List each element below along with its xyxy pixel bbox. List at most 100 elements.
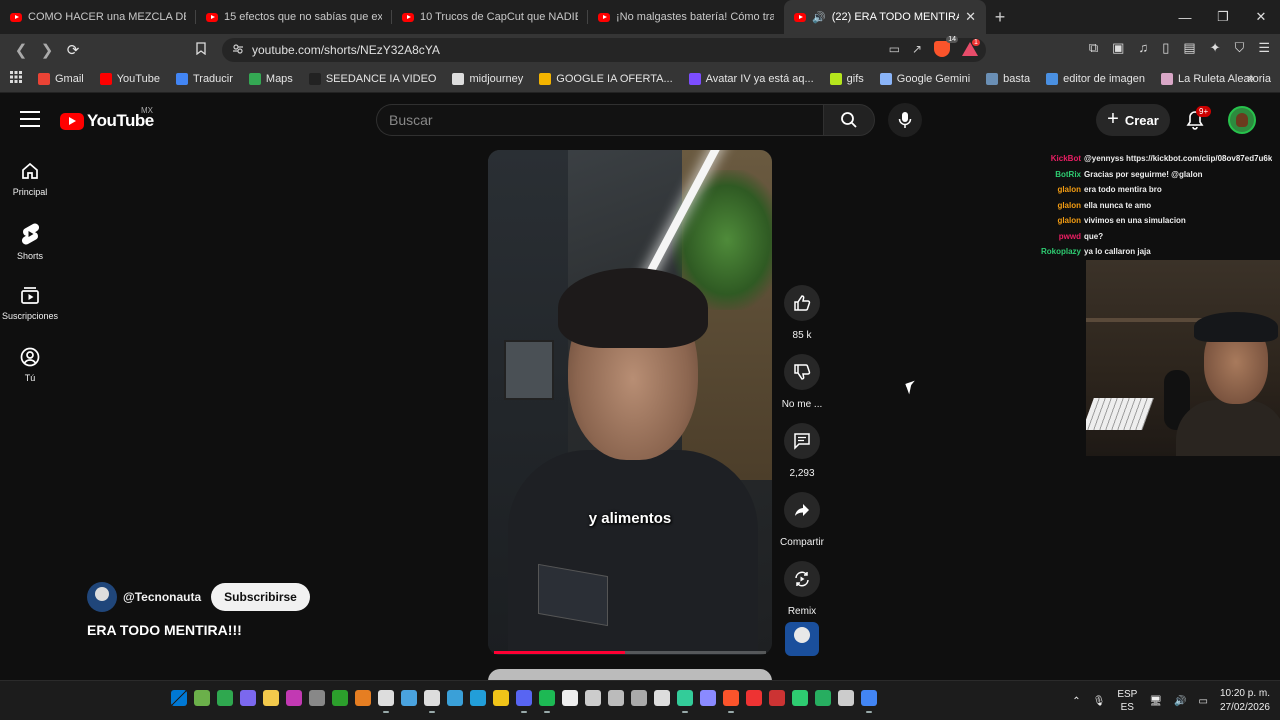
bookmark-item[interactable]: gifs <box>822 73 872 85</box>
short-video-player[interactable]: y alimentos <box>488 150 772 655</box>
taskbar-app-icon[interactable] <box>194 690 210 706</box>
music-icon[interactable]: ♫ <box>1138 40 1148 56</box>
channel-avatar[interactable] <box>87 582 117 612</box>
share-button[interactable]: Compartir <box>776 492 828 548</box>
windows-start-icon[interactable] <box>171 690 187 706</box>
taskbar-app-icon[interactable] <box>677 690 693 713</box>
channel-sound-thumbnail[interactable] <box>785 622 819 656</box>
network-icon[interactable]: 🖥 <box>1149 696 1162 707</box>
subscribe-button[interactable]: Subscribirse <box>211 583 310 611</box>
taskbar-app-icon[interactable] <box>746 690 762 706</box>
close-window-icon[interactable]: ✕ <box>1242 0 1280 34</box>
taskbar-app-icon[interactable] <box>815 690 831 706</box>
menu-icon[interactable]: ☰ <box>1258 40 1270 56</box>
forward-icon[interactable]: ❯ <box>34 37 60 63</box>
taskbar-app-icon[interactable] <box>332 690 348 706</box>
bookmark-item[interactable]: editor de imagen <box>1038 73 1153 85</box>
taskbar-app-icon[interactable] <box>700 690 716 706</box>
browser-tab-active[interactable]: 🔊 (22) ERA TODO MENTIRA!!! - ✕ <box>784 0 986 34</box>
account-avatar[interactable] <box>1228 106 1256 134</box>
taskbar-app-icon[interactable] <box>608 690 624 706</box>
tray-mic-icon[interactable]: 🎙 <box>1093 696 1106 707</box>
taskbar-app-icon[interactable] <box>447 690 463 706</box>
taskbar-app-icon[interactable] <box>723 690 739 713</box>
like-button[interactable]: 85 k <box>776 285 828 341</box>
taskbar-app-icon[interactable] <box>217 690 233 706</box>
dislike-button[interactable]: No me ... <box>776 354 828 410</box>
url-bar[interactable]: youtube.com/shorts/NEzY32A8cYA ▭ ↗ 14 1 <box>222 36 986 62</box>
taskbar-app-icon[interactable] <box>424 690 440 713</box>
minimize-icon[interactable]: — <box>1166 0 1204 34</box>
apps-grid-icon[interactable] <box>8 70 30 88</box>
create-button[interactable]: + Crear <box>1096 104 1170 136</box>
taskbar-app-icon[interactable] <box>401 690 417 706</box>
taskbar-app-icon[interactable] <box>654 690 670 706</box>
volume-icon[interactable]: 🔊 <box>1174 696 1186 707</box>
taskbar-app-icon[interactable] <box>861 690 877 713</box>
taskbar-app-icon[interactable] <box>378 690 394 713</box>
back-icon[interactable]: ❮ <box>8 37 34 63</box>
taskbar-app-icon[interactable] <box>838 690 854 706</box>
search-button[interactable] <box>823 104 875 136</box>
browser-tab[interactable]: 15 efectos que no sabías que existían <box>196 0 392 34</box>
brave-rewards-icon[interactable]: 1 <box>962 39 980 56</box>
site-info-icon[interactable] <box>232 43 244 58</box>
taskbar-app-icon[interactable] <box>539 690 555 713</box>
bookmark-item[interactable]: Google Gemini <box>872 73 978 85</box>
browser-tab[interactable]: 10 Trucos de CapCut que NADIE te C <box>392 0 588 34</box>
sidenav-item-principal[interactable]: Principal <box>0 153 60 215</box>
taskbar-app-icon[interactable] <box>631 690 647 706</box>
taskbar-app-icon[interactable] <box>769 690 785 706</box>
voice-search-button[interactable] <box>888 103 922 137</box>
taskbar-app-icon[interactable] <box>516 690 532 713</box>
taskbar-app-icon[interactable] <box>355 690 371 706</box>
bookmark-item[interactable]: La Ruleta Aleatoria <box>1153 73 1279 85</box>
clock[interactable]: 10:20 p. m. 27/02/2026 <box>1220 687 1270 715</box>
bookmark-item[interactable]: Traducir <box>168 73 241 85</box>
sidenav-item-shorts[interactable]: Shorts <box>0 215 60 277</box>
tray-overflow-icon[interactable]: ⌃ <box>1072 696 1080 707</box>
taskbar-app-icon[interactable] <box>792 690 808 706</box>
channel-handle[interactable]: @Tecnonauta <box>123 590 201 604</box>
sidenav-item-you[interactable]: Tú <box>0 339 60 401</box>
taskbar-app-icon[interactable] <box>309 690 325 706</box>
comments-button[interactable]: 2,293 <box>776 423 828 479</box>
bookmark-icon[interactable] <box>196 42 206 58</box>
brave-wallet-icon[interactable]: ▤ <box>1183 40 1195 56</box>
maximize-icon[interactable]: ❐ <box>1204 0 1242 34</box>
brave-shields-icon[interactable]: 14 <box>934 36 958 57</box>
taskbar-app-icon[interactable] <box>493 690 509 706</box>
bookmark-item[interactable]: SEEDANCE IA VIDEO <box>301 73 445 85</box>
remix-button[interactable]: Remix <box>776 561 828 617</box>
share-page-icon[interactable]: ↗ <box>912 42 922 56</box>
bookmark-item[interactable]: Gmail <box>30 73 92 85</box>
taskbar-app-icon[interactable] <box>562 690 578 706</box>
wallet-icon[interactable]: ▣ <box>1112 40 1124 56</box>
extensions-icon[interactable]: ⧉ <box>1089 40 1098 56</box>
youtube-logo[interactable]: YouTube MX <box>60 106 154 131</box>
short-title[interactable]: ERA TODO MENTIRA!!! <box>87 622 242 638</box>
bookmark-item[interactable]: basta <box>978 73 1038 85</box>
bookmark-item[interactable]: Avatar IV ya está aq... <box>681 73 822 85</box>
taskbar-app-icon[interactable] <box>470 690 486 706</box>
taskbar-app-icon[interactable] <box>263 690 279 706</box>
vpn-icon[interactable]: ⛉ <box>1235 40 1245 56</box>
leo-ai-icon[interactable]: ✦ <box>1210 40 1221 56</box>
bookmark-item[interactable]: midjourney <box>444 73 531 85</box>
taskbar-app-icon[interactable] <box>240 690 256 706</box>
guide-menu-icon[interactable] <box>20 111 40 127</box>
video-progress-bar[interactable] <box>494 651 766 654</box>
browser-tab[interactable]: COMO HACER una MEZCLA DE VO <box>0 0 196 34</box>
sidenav-item-subscriptions[interactable]: Suscripciones <box>0 277 60 339</box>
bookmark-item[interactable]: YouTube <box>92 73 168 85</box>
battery-icon[interactable]: ▭ <box>1198 696 1207 707</box>
search-input[interactable]: Buscar <box>376 104 823 136</box>
bookmark-item[interactable]: Maps <box>241 73 301 85</box>
bookmark-item[interactable]: GOOGLE IA OFERTA... <box>531 73 680 85</box>
new-tab-button[interactable]: + <box>986 0 1014 34</box>
language-indicator[interactable]: ESP ES <box>1117 688 1137 714</box>
close-tab-icon[interactable]: ✕ <box>965 9 976 25</box>
taskbar-app-icon[interactable] <box>585 690 601 706</box>
more-bookmarks-icon[interactable]: » <box>1247 71 1254 85</box>
reload-icon[interactable]: ⟳ <box>60 37 86 63</box>
